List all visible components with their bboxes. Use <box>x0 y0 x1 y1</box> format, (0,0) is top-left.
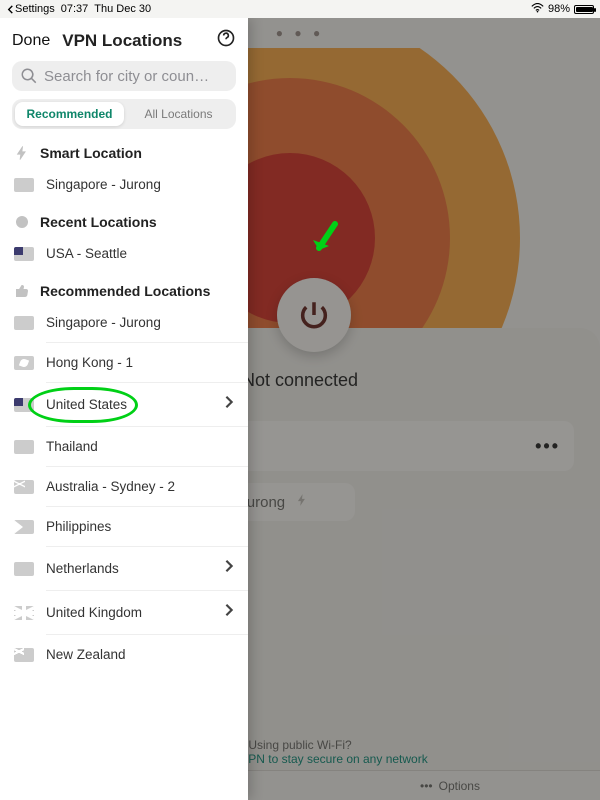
status-time: 07:37 <box>61 3 89 15</box>
battery-icon <box>574 5 594 14</box>
bolt-icon <box>14 145 30 161</box>
battery-percent: 98% <box>548 3 570 15</box>
section-title-smart: Smart Location <box>40 145 142 161</box>
done-button[interactable]: Done <box>12 32 50 50</box>
section-title-recommended: Recommended Locations <box>40 283 210 299</box>
thumbs-up-icon <box>14 283 30 299</box>
wifi-icon <box>531 3 544 16</box>
chevron-right-icon <box>224 603 234 622</box>
locations-panel: Done VPN Locations Search for city or co… <box>0 18 248 800</box>
location-row[interactable]: United States <box>0 383 248 426</box>
location-row[interactable]: Thailand <box>0 427 248 466</box>
location-name: Singapore - Jurong <box>46 315 161 330</box>
panel-title: VPN Locations <box>62 31 182 51</box>
segmented-control: Recommended All Locations <box>12 99 236 129</box>
flag-icon <box>14 440 34 454</box>
section-recent-locations: Recent Locations <box>0 204 248 234</box>
location-row[interactable]: Singapore - Jurong <box>0 303 248 342</box>
section-title-recent: Recent Locations <box>40 214 157 230</box>
tab-all-locations[interactable]: All Locations <box>124 102 233 126</box>
help-button[interactable] <box>216 28 236 53</box>
location-row-smart[interactable]: Singapore - Jurong <box>0 165 248 204</box>
question-circle-icon <box>216 28 236 48</box>
location-name: Hong Kong - 1 <box>46 355 133 370</box>
location-row-recent[interactable]: USA - Seattle <box>0 234 248 273</box>
flag-icon <box>14 606 34 620</box>
search-icon <box>20 67 38 85</box>
location-row[interactable]: Philippines <box>0 507 248 546</box>
location-name: United Kingdom <box>46 605 142 620</box>
location-name: Netherlands <box>46 561 119 576</box>
locations-list[interactable]: Smart Location Singapore - Jurong Recent… <box>0 135 248 800</box>
flag-usa-icon <box>14 247 34 261</box>
back-app-label: Settings <box>15 3 55 15</box>
location-name: Australia - Sydney - 2 <box>46 479 175 494</box>
location-name: Thailand <box>46 439 98 454</box>
location-row[interactable]: Australia - Sydney - 2 <box>0 467 248 506</box>
location-name: United States <box>46 397 127 412</box>
location-row[interactable]: United Kingdom <box>0 591 248 634</box>
search-input[interactable]: Search for city or coun… <box>12 61 236 91</box>
location-row[interactable]: New Zealand <box>0 635 248 674</box>
clock-icon <box>14 214 30 230</box>
back-to-app-button[interactable]: Settings <box>6 3 55 15</box>
flag-icon <box>14 562 34 576</box>
annotation-arrow-icon <box>307 220 341 260</box>
location-row[interactable]: Hong Kong - 1 <box>0 343 248 382</box>
location-name: New Zealand <box>46 647 126 662</box>
location-name: Singapore - Jurong <box>46 177 161 192</box>
location-name: USA - Seattle <box>46 246 127 261</box>
chevron-right-icon <box>224 559 234 578</box>
flag-singapore-icon <box>14 178 34 192</box>
section-recommended-locations: Recommended Locations <box>0 273 248 303</box>
flag-icon <box>14 520 34 534</box>
flag-icon <box>14 316 34 330</box>
status-bar: Settings 07:37 Thu Dec 30 98% <box>0 0 600 18</box>
search-placeholder: Search for city or coun… <box>44 68 209 85</box>
tab-recommended[interactable]: Recommended <box>15 102 124 126</box>
location-name: Philippines <box>46 519 111 534</box>
status-date: Thu Dec 30 <box>94 3 151 15</box>
chevron-right-icon <box>224 395 234 414</box>
flag-icon <box>14 480 34 494</box>
section-smart-location: Smart Location <box>0 135 248 165</box>
flag-icon <box>14 648 34 662</box>
flag-icon <box>14 398 34 412</box>
location-row[interactable]: Netherlands <box>0 547 248 590</box>
flag-icon <box>14 356 34 370</box>
